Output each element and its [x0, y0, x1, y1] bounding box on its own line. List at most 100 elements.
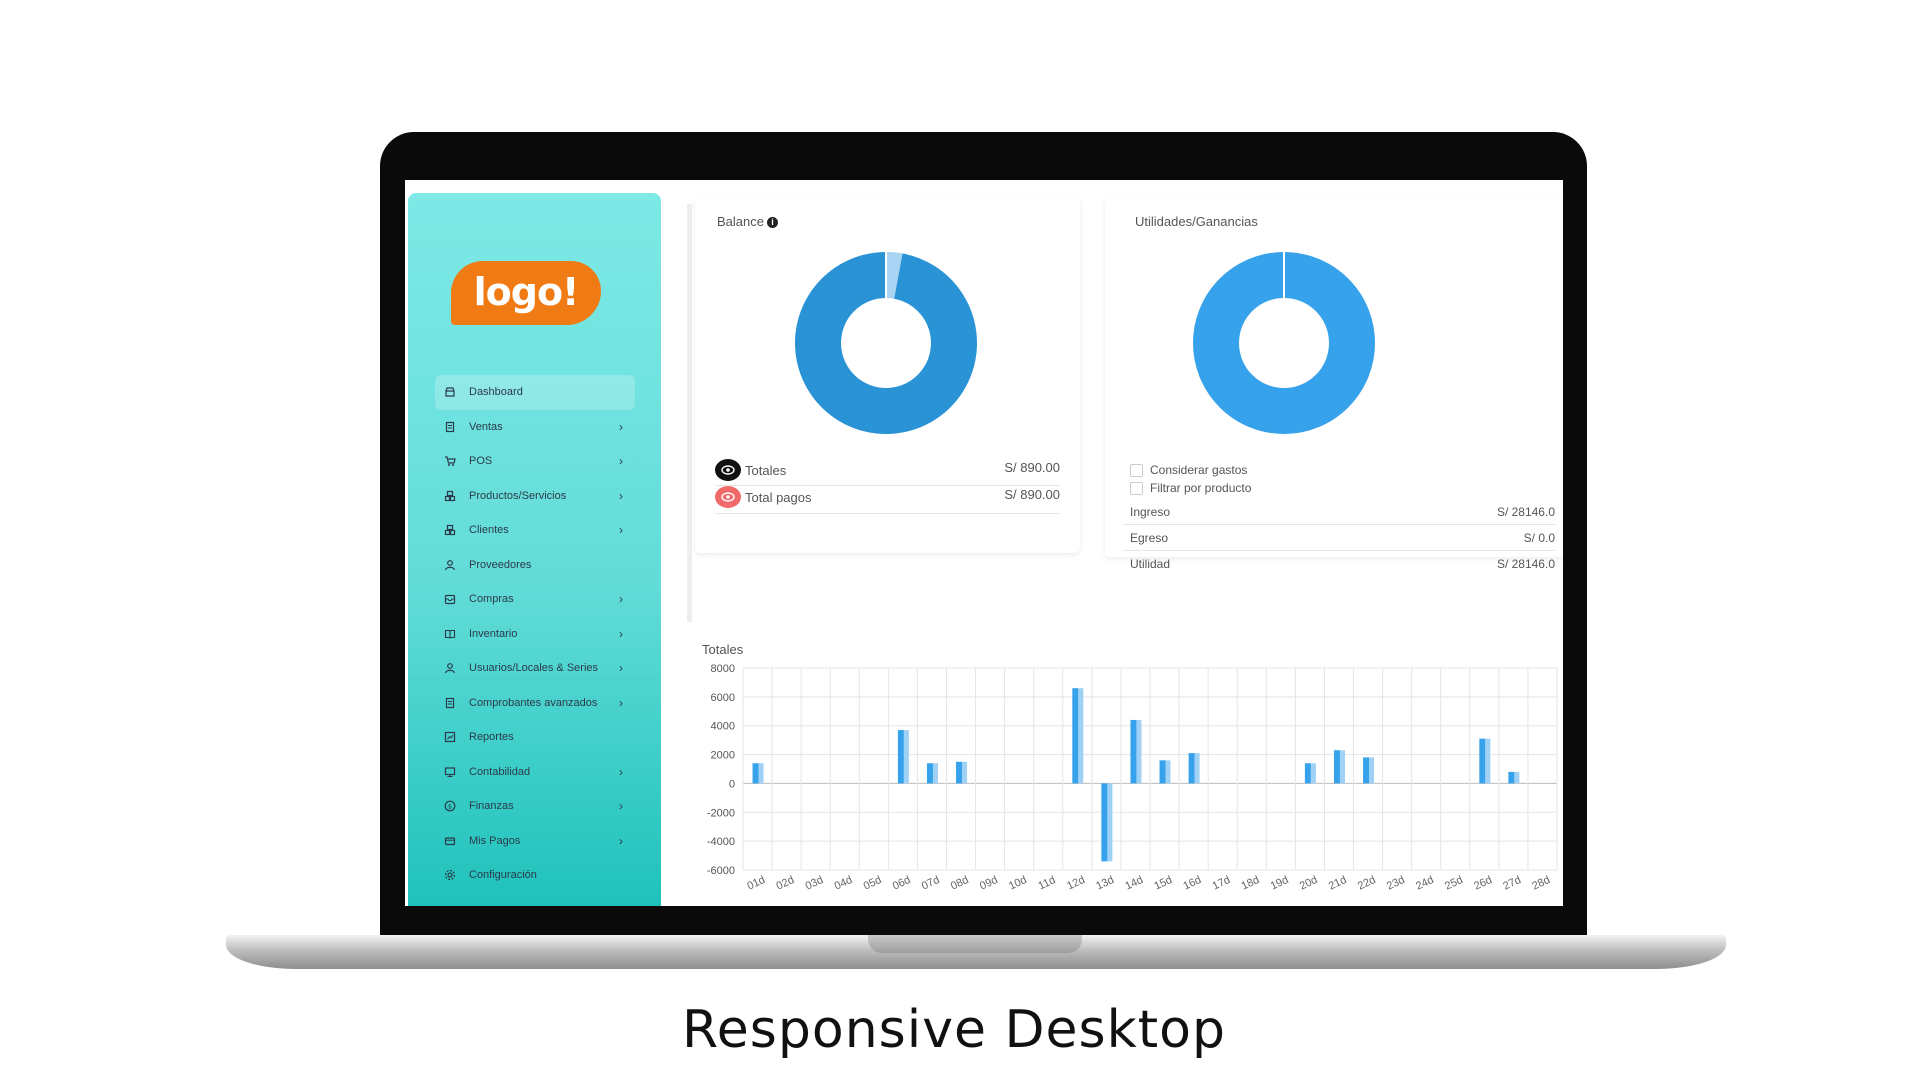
- bar: [1107, 783, 1113, 862]
- y-tick-label: 6000: [711, 692, 735, 704]
- x-tick-label: 22d: [1356, 874, 1378, 893]
- bar: [1508, 771, 1515, 784]
- laptop-notch: [868, 935, 1082, 953]
- bar: [897, 730, 904, 784]
- sidebar-item-configuraci-n[interactable]: Configuración: [435, 858, 635, 893]
- utilidades-title: Utilidades/Ganancias: [1135, 214, 1258, 229]
- y-tick-label: -2000: [707, 807, 735, 819]
- document-icon: [443, 420, 457, 434]
- chevron-right-icon: ›: [619, 488, 623, 503]
- x-tick-label: 15d: [1152, 874, 1174, 893]
- chevron-right-icon: ›: [619, 695, 623, 710]
- balance-card: Balance i Totales S/ 890.00 Total pagos S…: [695, 197, 1080, 553]
- x-tick-label: 12d: [1065, 874, 1087, 893]
- y-tick-label: -6000: [707, 865, 735, 877]
- sidebar-item-label: Compras: [469, 593, 514, 606]
- balance-title: Balance i: [717, 214, 778, 229]
- bar: [932, 763, 938, 784]
- utilidades-card: Utilidades/Ganancias Considerar gastos F…: [1105, 197, 1563, 571]
- sidebar-item-ventas[interactable]: Ventas ›: [435, 410, 635, 445]
- ingreso-value: S/ 28146.0: [1496, 505, 1555, 519]
- sidebar-item-label: POS: [469, 455, 493, 468]
- bar: [1363, 757, 1370, 784]
- sidebar: logo! Dashboard Ventas › POS › Productos/Serv…: [408, 193, 661, 906]
- sidebar-item-label: Finanzas: [469, 800, 514, 813]
- x-tick-label: 11d: [1036, 874, 1057, 892]
- sidebar-item-compras[interactable]: Compras ›: [435, 582, 635, 617]
- sidebar-item-label: Reportes: [469, 731, 514, 744]
- bar: [758, 763, 764, 784]
- x-tick-label: 06d: [891, 874, 913, 893]
- eye-icon[interactable]: [715, 486, 741, 508]
- monitor-icon: [443, 765, 457, 779]
- boxes-icon: [443, 489, 457, 503]
- x-tick-label: 25d: [1443, 874, 1465, 893]
- book-icon: [443, 627, 457, 641]
- boxes-icon: [443, 523, 457, 537]
- logo[interactable]: logo!: [451, 261, 601, 325]
- x-tick-label: 03d: [804, 874, 826, 893]
- sidebar-item-clientes[interactable]: Clientes ›: [435, 513, 635, 548]
- sidebar-item-label: Productos/Servicios: [469, 489, 567, 502]
- bar: [1310, 763, 1316, 784]
- egreso-label: Egreso: [1130, 531, 1169, 545]
- checkbox-label: Considerar gastos: [1150, 463, 1248, 477]
- x-tick-label: 14d: [1123, 874, 1145, 893]
- bar: [1130, 719, 1137, 784]
- bar: [1078, 688, 1084, 784]
- sidebar-item-label: Dashboard: [469, 386, 523, 399]
- sidebar-item-label: Contabilidad: [469, 765, 531, 778]
- balance-row-label: Total pagos: [745, 490, 812, 505]
- sidebar-item-label: Proveedores: [469, 558, 532, 571]
- x-tick-label: 02d: [774, 874, 796, 893]
- balance-donut: [795, 252, 977, 434]
- chevron-right-icon: ›: [619, 454, 623, 468]
- user-icon: [443, 558, 457, 572]
- considerar-gastos-checkbox[interactable]: [1130, 464, 1143, 477]
- x-tick-label: 27d: [1501, 874, 1523, 893]
- bar: [1188, 753, 1195, 784]
- sidebar-item-label: Comprobantes avanzados: [469, 696, 598, 709]
- sidebar-item-mis-pagos[interactable]: Mis Pagos ›: [435, 824, 635, 859]
- store-icon: [443, 385, 457, 399]
- sidebar-item-reportes[interactable]: Reportes: [435, 720, 635, 755]
- balance-title-text: Balance: [717, 214, 764, 229]
- sidebar-item-label: Usuarios/Locales & Series: [469, 662, 599, 675]
- eye-icon[interactable]: [715, 459, 741, 481]
- chevron-right-icon: ›: [619, 592, 623, 606]
- filtrar-producto-checkbox[interactable]: [1130, 482, 1143, 495]
- x-tick-label: 09d: [978, 874, 1000, 893]
- sidebar-item-usuarios-locales-series[interactable]: Usuarios/Locales & Series ›: [435, 651, 635, 686]
- sidebar-item-inventario[interactable]: Inventario ›: [435, 617, 635, 652]
- x-tick-label: 19d: [1269, 874, 1291, 893]
- bar: [1485, 738, 1491, 784]
- x-tick-label: 24d: [1414, 874, 1436, 893]
- divider: [1123, 524, 1555, 525]
- bar: [1514, 771, 1520, 784]
- sidebar-item-label: Inventario: [469, 627, 518, 640]
- utilidades-donut: [1193, 252, 1375, 434]
- sidebar-item-pos[interactable]: POS ›: [435, 444, 635, 479]
- sidebar-item-dashboard[interactable]: Dashboard: [435, 375, 635, 410]
- bar: [1194, 753, 1200, 784]
- x-tick-label: 04d: [833, 874, 855, 893]
- checkbox-label: Filtrar por producto: [1150, 481, 1252, 495]
- user-icon: [443, 661, 457, 675]
- sidebar-item-productos-servicios[interactable]: Productos/Servicios ›: [435, 479, 635, 514]
- ingreso-label: Ingreso: [1130, 505, 1171, 519]
- bar: [1339, 750, 1345, 784]
- dollar-icon: $: [443, 799, 457, 813]
- balance-row-value: S/ 890.00: [1004, 460, 1060, 475]
- divider: [715, 485, 1060, 486]
- sidebar-item-proveedores[interactable]: Proveedores: [435, 548, 635, 583]
- inbox-icon: [443, 592, 457, 606]
- info-icon[interactable]: i: [766, 217, 778, 228]
- bar: [962, 761, 968, 784]
- sidebar-item-comprobantes-avanzados[interactable]: Comprobantes avanzados ›: [435, 686, 635, 721]
- balance-row-label: Totales: [745, 463, 787, 478]
- chevron-right-icon: ›: [619, 419, 623, 434]
- sidebar-item-contabilidad[interactable]: Contabilidad ›: [435, 755, 635, 790]
- card-icon: [443, 834, 457, 848]
- x-tick-label: 16d: [1181, 874, 1203, 893]
- sidebar-item-finanzas[interactable]: $ Finanzas ›: [435, 789, 635, 824]
